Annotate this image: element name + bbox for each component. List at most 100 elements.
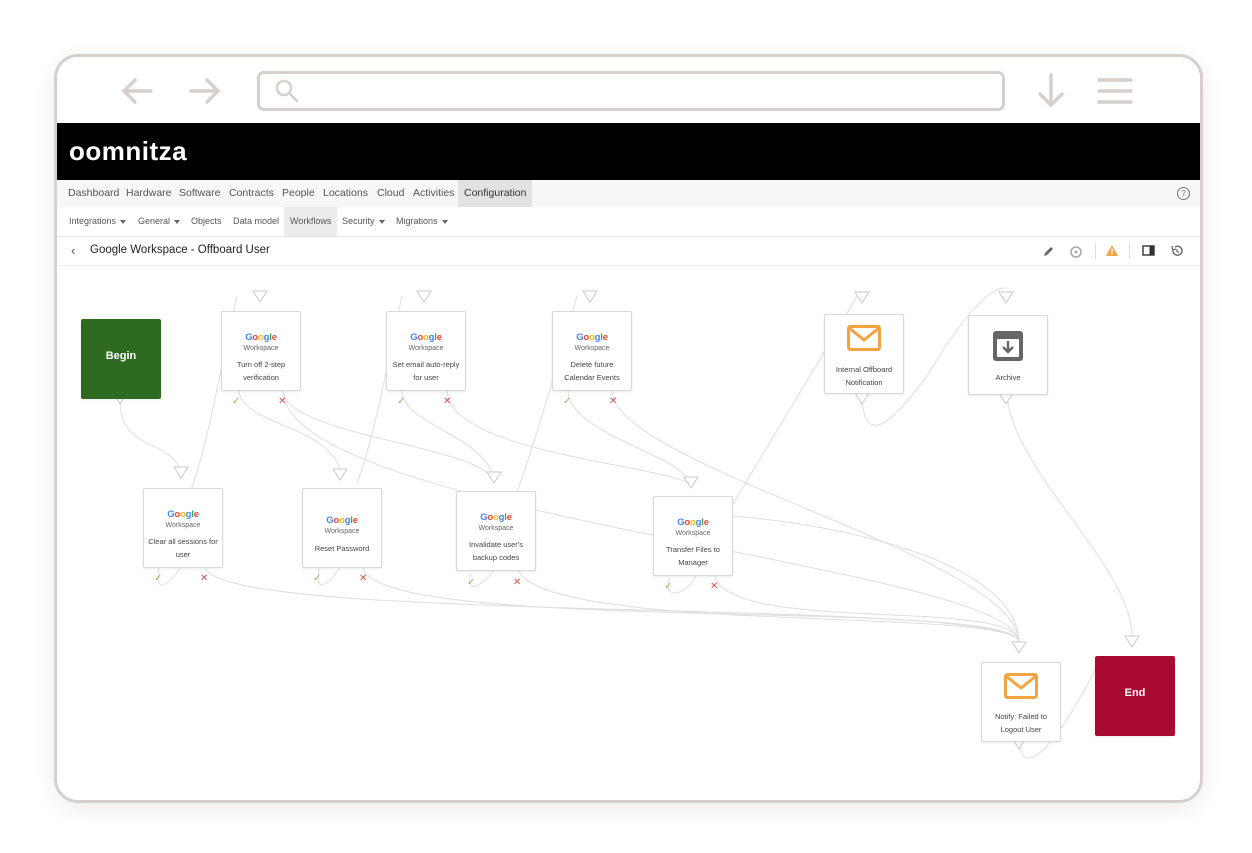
oomnitza-logo[interactable]: oomnitza: [69, 131, 187, 171]
begin-label: Begin: [105, 350, 137, 362]
success-check-icon[interactable]: ✓: [154, 573, 162, 584]
nav-locations[interactable]: Locations: [323, 180, 368, 207]
subnav-migrations[interactable]: Migrations: [396, 207, 448, 236]
subnav-security[interactable]: Security: [342, 207, 385, 236]
node-notify-failed-logout[interactable]: Notify: Failed to Logout User: [981, 662, 1061, 742]
node-label: Delete future Calendar Events: [564, 360, 620, 382]
failure-x-icon[interactable]: ✕: [359, 573, 367, 584]
failure-x-icon[interactable]: ✕: [513, 577, 521, 588]
toolbar-divider: [1095, 243, 1096, 259]
success-check-icon[interactable]: ✓: [467, 577, 475, 588]
end-node[interactable]: End: [1095, 656, 1175, 736]
main-navigation: Dashboard Hardware Software Contracts Pe…: [57, 180, 1200, 208]
google-workspace-logo: Google Workspace: [457, 508, 535, 532]
nav-contracts[interactable]: Contracts: [229, 180, 274, 207]
node-turn-off-2step[interactable]: Google Workspace Turn off 2-step verifica…: [221, 311, 301, 391]
nav-cloud[interactable]: Cloud: [377, 180, 404, 207]
nav-configuration[interactable]: Configuration: [458, 180, 533, 207]
failure-x-icon[interactable]: ✕: [200, 573, 208, 584]
node-clear-sessions[interactable]: Google Workspace Clear all sessions for u…: [143, 488, 223, 568]
node-label: Notify: Failed to Logout User: [994, 712, 1048, 734]
google-workspace-logo: Google Workspace: [144, 505, 222, 529]
node-label: Internal Offboard Notification: [835, 365, 893, 387]
search-icon: [275, 79, 299, 103]
success-check-icon[interactable]: ✓: [397, 396, 405, 407]
warning-icon[interactable]: [1105, 244, 1119, 257]
google-workspace-logo: Google Workspace: [553, 328, 631, 352]
google-wordmark: Google: [326, 515, 358, 526]
node-label: Reset Password: [314, 544, 370, 553]
app-header: oomnitza: [57, 123, 1200, 180]
workspace-label: Workspace: [165, 522, 201, 529]
node-internal-offboard-notification[interactable]: Internal Offboard Notification: [824, 314, 904, 394]
subnav-integrations[interactable]: Integrations: [69, 207, 127, 236]
google-workspace-logo: Google Workspace: [387, 328, 465, 352]
chevron-down-icon: [120, 219, 127, 224]
device-frame: oomnitza Dashboard Hardware Software Con…: [54, 54, 1203, 803]
address-bar[interactable]: [257, 71, 1005, 111]
node-reset-password[interactable]: Google Workspace Reset Password: [302, 488, 382, 568]
back-chevron-icon[interactable]: ‹: [71, 243, 75, 258]
history-icon[interactable]: [1170, 244, 1184, 258]
begin-node[interactable]: Begin: [81, 319, 161, 399]
mail-icon: [1004, 673, 1038, 699]
success-check-icon[interactable]: ✓: [563, 396, 571, 407]
subnav-workflows[interactable]: Workflows: [284, 207, 338, 236]
subnav-general[interactable]: General: [138, 207, 181, 236]
workflow-canvas[interactable]: Begin Google Workspace Turn off 2-step ve…: [57, 266, 1200, 800]
node-archive[interactable]: Archive: [968, 315, 1048, 395]
nav-hardware[interactable]: Hardware: [126, 180, 172, 207]
help-icon[interactable]: ?: [1177, 187, 1190, 200]
workspace-label: Workspace: [324, 528, 360, 535]
browser-toolbar: [57, 57, 1200, 123]
nav-activities[interactable]: Activities: [413, 180, 454, 207]
mail-icon: [847, 325, 881, 351]
google-wordmark: Google: [480, 512, 512, 523]
toolbar-divider: [1129, 243, 1130, 259]
google-wordmark: Google: [677, 517, 709, 528]
google-wordmark: Google: [167, 509, 199, 520]
back-arrow-icon[interactable]: [117, 71, 157, 111]
node-transfer-files[interactable]: Google Workspace Transfer Files to Manage…: [653, 496, 733, 576]
node-label: Turn off 2-step verification: [236, 360, 286, 382]
panel-icon[interactable]: [1142, 245, 1155, 256]
google-wordmark: Google: [410, 332, 442, 343]
subnav-general-label: General: [138, 216, 171, 226]
subnav-migrations-label: Migrations: [396, 216, 438, 226]
subnav-security-label: Security: [342, 216, 375, 226]
settings-icon[interactable]: [1069, 244, 1084, 259]
chevron-down-icon: [441, 219, 448, 224]
subnav-data-model[interactable]: Data model: [233, 207, 279, 236]
end-label: End: [1124, 687, 1146, 699]
forward-arrow-icon[interactable]: [185, 71, 225, 111]
pencil-icon[interactable]: [1042, 245, 1055, 258]
failure-x-icon[interactable]: ✕: [278, 396, 286, 407]
nav-people[interactable]: People: [282, 180, 315, 207]
failure-x-icon[interactable]: ✕: [443, 396, 451, 407]
workspace-label: Workspace: [574, 345, 610, 352]
google-wordmark: Google: [245, 332, 277, 343]
node-label: Set email auto-reply for user: [392, 360, 460, 382]
success-check-icon[interactable]: ✓: [313, 573, 321, 584]
success-check-icon[interactable]: ✓: [664, 581, 672, 592]
chevron-down-icon: [174, 219, 181, 224]
node-delete-calendar-events[interactable]: Google Workspace Delete future Calendar E…: [552, 311, 632, 391]
node-invalidate-backup-codes[interactable]: Google Workspace Invalidate user's backup…: [456, 491, 536, 571]
node-label: Transfer Files to Manager: [666, 545, 720, 567]
failure-x-icon[interactable]: ✕: [609, 396, 617, 407]
subnav-objects[interactable]: Objects: [191, 207, 222, 236]
node-label: Invalidate user's backup codes: [469, 540, 523, 562]
subnav-integrations-label: Integrations: [69, 216, 117, 226]
success-check-icon[interactable]: ✓: [232, 396, 240, 407]
google-workspace-logo: Google Workspace: [654, 513, 732, 537]
menu-icon[interactable]: [1095, 71, 1135, 111]
nav-dashboard[interactable]: Dashboard: [68, 180, 119, 207]
archive-icon: [993, 331, 1023, 361]
workflow-title-bar: ‹ Google Workspace - Offboard User: [57, 237, 1200, 266]
google-workspace-logo: Google Workspace: [303, 511, 381, 535]
node-label: Archive: [995, 373, 1021, 382]
node-set-auto-reply[interactable]: Google Workspace Set email auto-reply for…: [386, 311, 466, 391]
failure-x-icon[interactable]: ✕: [710, 581, 718, 592]
nav-software[interactable]: Software: [179, 180, 220, 207]
download-icon[interactable]: [1031, 71, 1071, 111]
